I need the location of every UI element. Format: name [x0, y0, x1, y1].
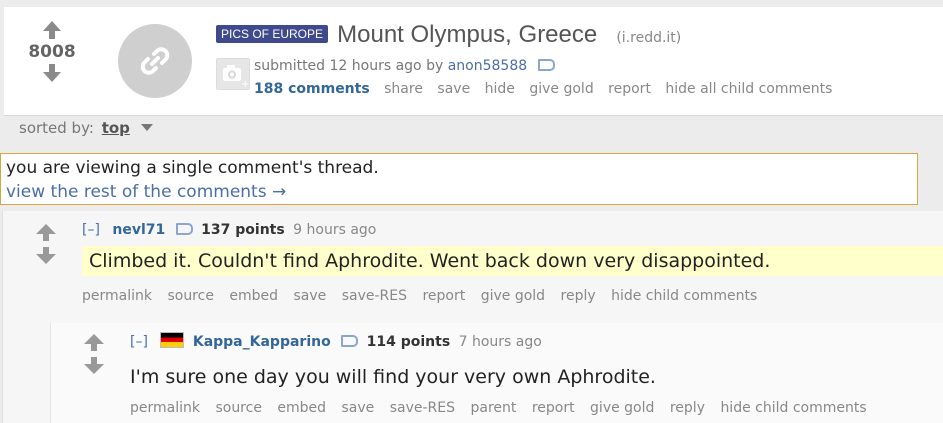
collapse-toggle[interactable]: [–] — [130, 334, 148, 350]
single-thread-notice: you are viewing a single comment's threa… — [0, 153, 918, 205]
save-res-button[interactable]: save-RES — [342, 288, 407, 304]
comment-points: 137 points — [201, 222, 285, 238]
save-res-button[interactable]: save-RES — [390, 400, 455, 416]
give-gold-button[interactable]: give gold — [529, 81, 593, 97]
tag-icon[interactable] — [341, 335, 359, 347]
notice-text: you are viewing a single comment's threa… — [6, 158, 379, 178]
comment-points: 114 points — [366, 334, 451, 350]
comment-body: Climbed it. Couldn't find Aphrodite. Wen… — [82, 246, 943, 276]
upvote-arrow-icon[interactable] — [31, 224, 61, 241]
permalink-button[interactable]: permalink — [82, 288, 152, 304]
give-gold-button[interactable]: give gold — [590, 400, 654, 416]
post-domain[interactable]: (i.redd.it) — [616, 30, 681, 46]
report-button[interactable]: report — [608, 81, 651, 97]
downvote-arrow-icon[interactable] — [79, 357, 109, 374]
comment-age: 7 hours ago — [458, 334, 542, 350]
view-rest-link[interactable]: view the rest of the comments → — [6, 181, 286, 203]
upvote-arrow-icon[interactable] — [26, 21, 78, 39]
save-button[interactable]: save — [342, 400, 375, 416]
hide-child-comments-button[interactable]: hide child comments — [611, 288, 757, 304]
embed-button[interactable]: embed — [229, 288, 278, 304]
comment-header: [–] nevl71 137 points 9 hours ago — [82, 222, 376, 238]
link-icon — [140, 47, 170, 75]
comment: [–] nevl71 137 points 9 hours ago Climbe… — [2, 211, 943, 423]
comment-buttons: permalink source embed save save-RES par… — [130, 400, 878, 416]
embed-button[interactable]: embed — [277, 400, 326, 416]
sort-dropdown[interactable]: top — [102, 119, 130, 137]
child-comment: [–] Kappa_Kapparino 114 points 7 hours a… — [50, 323, 943, 423]
hide-child-comments-button[interactable]: hide child comments — [720, 400, 866, 416]
tag-icon[interactable] — [537, 59, 555, 71]
downvote-arrow-icon[interactable] — [31, 247, 61, 264]
save-button[interactable]: save — [437, 81, 470, 97]
comment-author[interactable]: Kappa_Kapparino — [193, 334, 331, 350]
flag-icon — [160, 332, 185, 348]
post-title[interactable]: Mount Olympus, Greece — [337, 21, 597, 48]
hide-all-child-comments-button[interactable]: hide all child comments — [665, 81, 832, 97]
post-header: 8008 PICS OF EUROPE Mount Olympus, Greec… — [4, 7, 943, 116]
reply-button[interactable]: reply — [561, 288, 596, 304]
post-tagline: submitted 12 hours ago by anon58588 — [254, 56, 943, 76]
caret-down-icon[interactable] — [140, 124, 153, 131]
sort-bar: sorted by: top — [19, 119, 153, 137]
sort-label: sorted by: — [19, 119, 94, 137]
parent-button[interactable]: parent — [470, 400, 516, 416]
downvote-arrow-icon[interactable] — [26, 64, 78, 82]
save-button[interactable]: save — [294, 288, 327, 304]
comment-body: I'm sure one day you will find your very… — [130, 366, 656, 388]
camera-icon[interactable]: + — [216, 58, 250, 90]
comments-link[interactable]: 188 comments — [254, 81, 370, 97]
comment-vote — [31, 224, 61, 264]
link-thumbnail[interactable] — [118, 24, 192, 98]
source-button[interactable]: source — [167, 288, 214, 304]
post-author[interactable]: anon58588 — [448, 58, 527, 74]
reply-button[interactable]: reply — [670, 400, 705, 416]
report-button[interactable]: report — [422, 288, 465, 304]
comment-buttons: permalink source embed save save-RES rep… — [82, 288, 768, 304]
post-score: 8008 — [28, 42, 76, 62]
hide-button[interactable]: hide — [485, 81, 515, 97]
svg-text:+: + — [241, 79, 249, 89]
source-button[interactable]: source — [215, 400, 262, 416]
post-buttons: 188 comments share save hide give gold r… — [254, 78, 943, 100]
comment-header: [–] Kappa_Kapparino 114 points 7 hours a… — [130, 332, 542, 350]
give-gold-button[interactable]: give gold — [481, 288, 545, 304]
comment-age: 9 hours ago — [293, 222, 377, 238]
tag-icon[interactable] — [175, 223, 193, 235]
comment-vote — [79, 334, 109, 374]
permalink-button[interactable]: permalink — [130, 400, 200, 416]
submitted-text: submitted 12 hours ago by — [254, 58, 444, 74]
share-button[interactable]: share — [384, 81, 423, 97]
comment-author[interactable]: nevl71 — [112, 222, 165, 238]
post-flair[interactable]: PICS OF EUROPE — [216, 25, 329, 43]
report-button[interactable]: report — [532, 400, 575, 416]
collapse-toggle[interactable]: [–] — [82, 222, 100, 238]
upvote-arrow-icon[interactable] — [79, 334, 109, 351]
post-vote: 8008 — [26, 21, 78, 82]
